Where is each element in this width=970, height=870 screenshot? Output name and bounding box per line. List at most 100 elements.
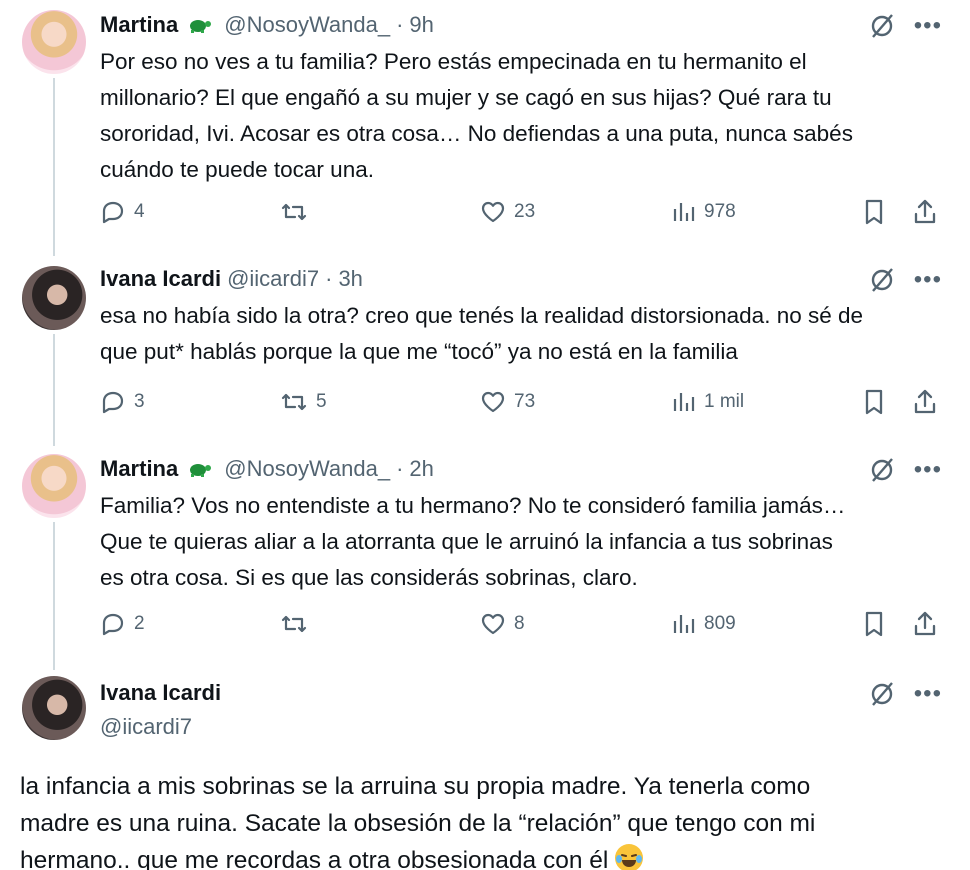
tweet-content: Ivana Icardi @iicardi7 · 3h ••• esa no h… (100, 264, 942, 370)
grok-icon[interactable] (868, 266, 896, 294)
bookmark-button[interactable] (862, 608, 886, 640)
author-handle[interactable]: @iicardi7 (227, 266, 319, 292)
tweet-text-line: hermano.. que me recordas a otra obsesio… (20, 847, 609, 870)
reply-count: 4 (134, 201, 145, 222)
reply-thread: Martina @NosoyWanda_ · 9h ••• Por eso no… (0, 0, 970, 870)
retweet-icon (281, 203, 307, 221)
header-icons: ••• (868, 454, 942, 486)
reply-button[interactable]: 4 (100, 196, 145, 228)
thread-connector (53, 78, 55, 256)
avatar[interactable] (22, 10, 86, 74)
thread-connector (53, 522, 55, 670)
laughing-crying-emoji-icon (615, 844, 644, 870)
tweet-text-line: la infancia a mis sobrinas se la arruina… (20, 773, 811, 800)
action-bar: 4 23 978 (100, 196, 942, 228)
avatar[interactable] (22, 454, 86, 518)
tweet-text-line: es otra cosa. Si es que las considerás s… (100, 565, 638, 590)
more-icon[interactable]: ••• (914, 682, 942, 706)
retweet-icon (281, 393, 307, 411)
tweet-text: Familia? Vos no entendiste a tu hermano?… (100, 488, 942, 596)
thread-connector (53, 334, 55, 446)
share-icon (914, 611, 936, 636)
views-icon (673, 203, 695, 221)
share-button[interactable] (912, 196, 938, 228)
header-icons: ••• (868, 264, 942, 296)
tweet-text-line: millonario? El que engañó a su mujer y s… (100, 85, 832, 110)
header-icons: ••• (868, 10, 942, 42)
avatar[interactable] (22, 676, 86, 740)
turtle-emoji-icon (186, 16, 212, 34)
header-icons: ••• (868, 678, 942, 710)
bookmark-icon (865, 199, 883, 225)
retweet-button[interactable]: 5 (280, 386, 327, 418)
author-handle[interactable]: @NosoyWanda_ (224, 456, 390, 482)
tweet-subheader: @iicardi7 (100, 712, 942, 742)
main-tweet[interactable]: Ivana Icardi @iicardi7 ••• la infancia a… (0, 670, 970, 870)
views-button[interactable]: 1 mil (672, 386, 744, 418)
retweet-icon (281, 615, 307, 633)
views-icon (673, 393, 695, 411)
like-count: 73 (514, 391, 536, 412)
grok-icon[interactable] (868, 456, 896, 484)
avatar[interactable] (22, 266, 86, 330)
retweet-button[interactable] (280, 608, 316, 640)
tweet-text-line-last: hermano.. que me recordas a otra obsesio… (20, 842, 950, 870)
reply-icon (102, 201, 124, 224)
reply-icon (102, 391, 124, 414)
tweet-content: Martina @NosoyWanda_ · 9h ••• Por eso no… (100, 10, 942, 188)
like-button[interactable]: 8 (480, 608, 525, 640)
views-count: 978 (704, 201, 736, 222)
tweet-text-line: Familia? Vos no entendiste a tu hermano?… (100, 493, 846, 518)
like-button[interactable]: 73 (480, 386, 535, 418)
reply-icon (102, 613, 124, 636)
views-icon (673, 615, 695, 633)
views-count: 1 mil (704, 391, 745, 412)
heart-icon (481, 201, 505, 223)
author-name[interactable]: Martina (100, 12, 178, 38)
share-button[interactable] (912, 608, 938, 640)
grok-icon[interactable] (868, 12, 896, 40)
share-icon (914, 199, 936, 224)
reply-button[interactable]: 2 (100, 608, 145, 640)
tweet-text-line: sororidad, Ivi. Acosar es otra cosa… No … (100, 121, 853, 146)
heart-icon (481, 391, 505, 413)
views-button[interactable]: 809 (672, 608, 736, 640)
bookmark-button[interactable] (862, 196, 886, 228)
author-name[interactable]: Martina (100, 456, 178, 482)
more-icon[interactable]: ••• (914, 14, 942, 38)
share-button[interactable] (912, 386, 938, 418)
bookmark-icon (865, 389, 883, 415)
author-name[interactable]: Ivana Icardi (100, 680, 221, 706)
views-count: 809 (704, 613, 736, 634)
main-tweet-text: la infancia a mis sobrinas se la arruina… (20, 768, 950, 870)
bookmark-button[interactable] (862, 386, 886, 418)
timestamp[interactable]: 3h (338, 266, 362, 292)
like-count: 8 (514, 613, 525, 634)
grok-icon[interactable] (868, 680, 896, 708)
retweet-count: 5 (316, 391, 327, 412)
tweet-text: esa no había sido la otra? creo que tené… (100, 298, 942, 370)
reply-button[interactable]: 3 (100, 386, 145, 418)
more-icon[interactable]: ••• (914, 268, 942, 292)
tweet-text-line: que put* hablás porque la que me “tocó” … (100, 339, 738, 364)
action-bar: 3 5 73 1 mil (100, 386, 942, 418)
author-name[interactable]: Ivana Icardi (100, 266, 221, 292)
tweet-header: Ivana Icardi (100, 678, 942, 708)
reply-count: 2 (134, 613, 145, 634)
retweet-button[interactable] (280, 196, 316, 228)
action-bar: 2 8 809 (100, 608, 942, 640)
heart-icon (481, 613, 505, 635)
author-handle[interactable]: @NosoyWanda_ (224, 12, 390, 38)
more-icon[interactable]: ••• (914, 458, 942, 482)
separator-dot: · (325, 266, 333, 291)
views-button[interactable]: 978 (672, 196, 736, 228)
tweet-text-line: Por eso no ves a tu familia? Pero estás … (100, 49, 807, 74)
tweet-content: Martina @NosoyWanda_ · 2h ••• Familia? V… (100, 454, 942, 596)
timestamp[interactable]: 9h (409, 12, 433, 38)
tweet-text-line: Que te quieras aliar a la atorranta que … (100, 529, 833, 554)
author-handle[interactable]: @iicardi7 (100, 714, 192, 740)
like-button[interactable]: 23 (480, 196, 535, 228)
reply-count: 3 (134, 391, 145, 412)
timestamp[interactable]: 2h (409, 456, 433, 482)
tweet-header: Martina @NosoyWanda_ · 2h (100, 454, 942, 484)
